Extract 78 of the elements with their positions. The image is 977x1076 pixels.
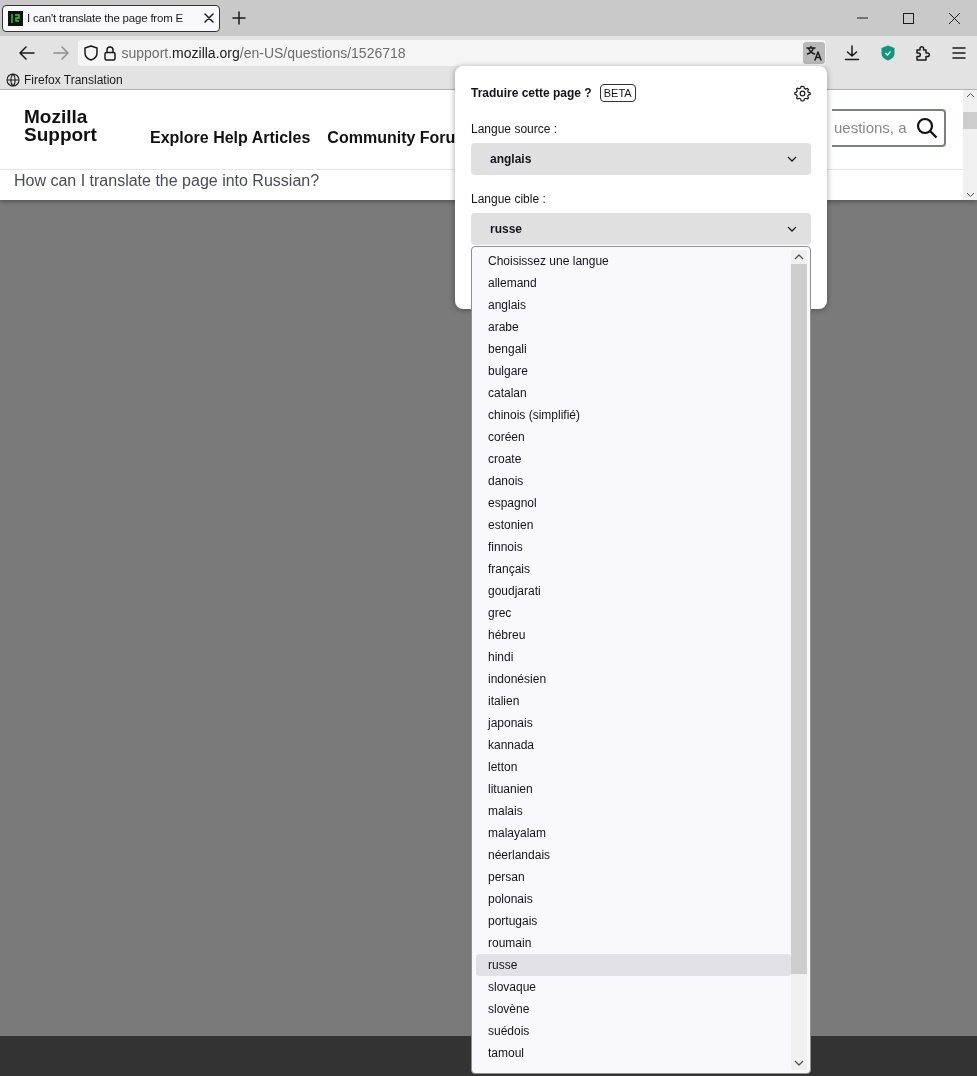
language-option[interactable]: bengali [476,338,791,360]
language-option[interactable]: bulgare [476,360,791,382]
search-icon[interactable] [916,116,938,139]
minimize-icon[interactable] [856,17,868,19]
scroll-down-icon[interactable] [965,192,975,198]
field-label: Langue source : [471,122,559,136]
language-option[interactable]: malais [476,800,791,822]
language-option[interactable]: kannada [476,734,791,756]
scrollbar-thumb[interactable] [963,111,977,129]
site-logo[interactable]: Mozilla Support [24,107,150,144]
language-option[interactable]: goudjarati [476,580,791,602]
nav-link[interactable]: Explore Help Articles [150,128,311,147]
shield-extension-icon[interactable] [880,45,895,61]
language-option[interactable]: roumain [476,932,791,954]
address-bar[interactable]: support.mozilla.org/en-US/questions/1526718 [77,40,827,66]
language-option[interactable]: néerlandais [476,844,791,866]
settings-icon[interactable] [794,84,811,102]
language-option[interactable]: persan [476,866,791,888]
language-option[interactable]: russe [476,954,791,976]
language-option[interactable]: italien [476,690,791,712]
scroll-up-icon[interactable] [794,254,804,260]
target-language-select[interactable]: russe [471,213,811,245]
field-label: Langue cible : [471,192,547,206]
language-option[interactable]: croate [476,448,791,470]
url-text: support.mozilla.org/en-US/questions/1526718 [121,45,407,61]
language-option[interactable]: arabe [476,316,791,338]
lock-icon[interactable] [103,45,116,61]
scrollbar[interactable] [963,90,977,200]
language-option[interactable]: portugais [476,910,791,932]
language-option[interactable]: grec [476,602,791,624]
menu-icon[interactable] [952,47,967,59]
language-option[interactable]: lituanien [476,778,791,800]
globe-icon [6,72,20,87]
language-option[interactable]: suédois [476,1020,791,1042]
language-option[interactable]: coréen [476,426,791,448]
chevron-down-icon [787,156,797,162]
language-option[interactable]: français [476,558,791,580]
language-option[interactable]: danois [476,470,791,492]
shield-icon[interactable] [83,45,98,61]
scroll-down-icon[interactable] [794,1060,804,1066]
language-option[interactable]: allemand [476,272,791,294]
language-option[interactable]: anglais [476,294,791,316]
language-option[interactable]: chinois (simplifié) [476,404,791,426]
language-option[interactable]: hindi [476,646,791,668]
panel-title: Traduire cette page ? [471,86,592,100]
language-option[interactable]: slovène [476,998,791,1020]
language-option[interactable]: malayalam [476,822,791,844]
language-option[interactable]: tamoul [476,1042,791,1064]
language-option[interactable]: indonésien [476,668,791,690]
bookmark-item[interactable]: Firefox Translation [6,72,123,87]
translate-button[interactable] [803,42,826,64]
browser-tab[interactable]: I can't translate the page from E [2,4,220,32]
maximize-icon[interactable] [902,12,914,24]
download-icon[interactable] [843,45,860,61]
language-option[interactable]: espagnol [476,492,791,514]
back-icon[interactable] [18,46,35,60]
language-option[interactable]: japonais [476,712,791,734]
nav-link[interactable]: Community Foru [327,128,456,147]
source-language-select[interactable]: anglais [471,143,811,175]
close-window-icon[interactable] [948,12,960,24]
tab-title: I can't translate the page from E [27,12,185,24]
language-option[interactable]: Choisissez une langue [476,250,791,272]
language-option[interactable]: finnois [476,536,791,558]
question-title: How can I translate the page into Russian? [13,171,321,191]
scroll-up-icon[interactable] [965,92,975,98]
language-option[interactable]: letton [476,756,791,778]
search-field[interactable]: uestions, a [832,108,946,147]
new-tab-icon[interactable] [232,11,246,25]
language-option[interactable]: catalan [476,382,791,404]
language-option[interactable]: estonien [476,514,791,536]
close-tab-icon[interactable] [204,13,214,23]
language-option[interactable]: hébreu [476,624,791,646]
site-favicon-icon [8,10,23,26]
beta-badge: BETA [599,84,636,102]
puzzle-icon[interactable] [915,45,932,61]
chevron-down-icon [787,226,797,232]
language-option[interactable]: slovaque [476,976,791,998]
language-option[interactable]: polonais [476,888,791,910]
